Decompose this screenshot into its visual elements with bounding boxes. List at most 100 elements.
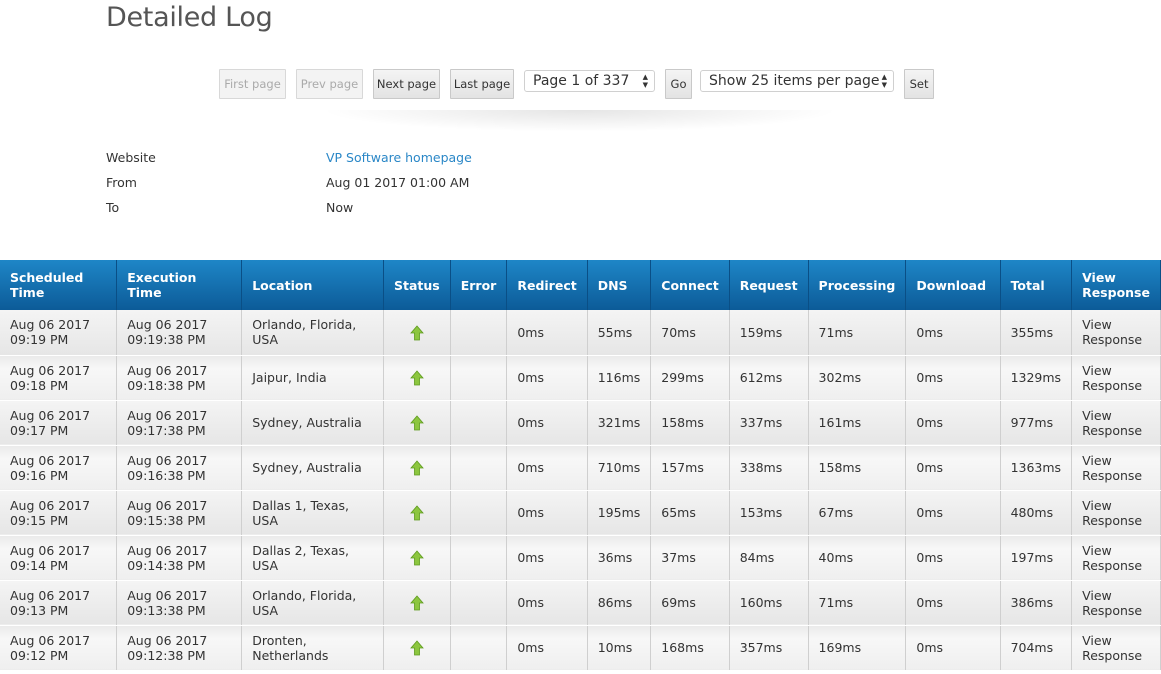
total-cell: 480ms [1000,490,1073,536]
location-cell: Dronten, Netherlands [241,625,384,671]
select-arrows-icon: ▲ ▼ [642,73,648,89]
scheduled-time-cell: Aug 06 2017 09:15 PM [0,490,118,536]
col-execution-time: Execution Time [116,260,243,310]
processing-cell: 67ms [808,490,907,536]
execution-time-cell: Aug 06 2017 09:14:38 PM [116,535,243,581]
execution-time-cell: Aug 06 2017 09:15:38 PM [116,490,243,536]
redirect-cell: 0ms [506,355,588,401]
redirect-cell: 0ms [506,580,588,626]
log-info: Website VP Software homepage From Aug 01… [106,145,472,220]
execution-time-cell: Aug 06 2017 09:12:38 PM [116,625,243,671]
scheduled-time-cell: Aug 06 2017 09:12 PM [0,625,118,671]
set-button[interactable]: Set [904,69,934,99]
view-response-link[interactable]: View Response [1071,625,1161,671]
download-cell: 0ms [905,445,1001,491]
view-response-link[interactable]: View Response [1071,535,1161,581]
next-page-button[interactable]: Next page [373,69,440,99]
request-cell: 159ms [729,310,809,356]
execution-time-cell: Aug 06 2017 09:17:38 PM [116,400,243,446]
total-cell: 355ms [1000,310,1073,356]
processing-cell: 169ms [808,625,907,671]
status-cell [383,535,451,581]
connect-cell: 70ms [650,310,730,356]
connect-cell: 168ms [650,625,730,671]
location-cell: Orlando, Florida, USA [241,310,384,356]
execution-time-cell: Aug 06 2017 09:13:38 PM [116,580,243,626]
view-response-link[interactable]: View Response [1071,580,1161,626]
download-cell: 0ms [905,625,1001,671]
redirect-cell: 0ms [506,490,588,536]
info-row-to: To Now [106,195,472,220]
table-row: Aug 06 2017 09:13 PM Aug 06 2017 09:13:38 … [0,580,1161,626]
redirect-cell: 0ms [506,445,588,491]
processing-cell: 71ms [808,580,907,626]
scheduled-time-cell: Aug 06 2017 09:18 PM [0,355,118,401]
col-download: Download [905,260,1001,310]
connect-cell: 299ms [650,355,730,401]
execution-time-cell: Aug 06 2017 09:16:38 PM [116,445,243,491]
redirect-cell: 0ms [506,310,588,356]
processing-cell: 302ms [808,355,907,401]
log-table: Scheduled Time Execution Time Location S… [0,260,1161,671]
processing-cell: 71ms [808,310,907,356]
table-row: Aug 06 2017 09:18 PM Aug 06 2017 09:18:38 … [0,355,1161,401]
col-request: Request [729,260,809,310]
page-select[interactable]: Page 1 of 337 ▲ ▼ [524,70,655,92]
table-row: Aug 06 2017 09:19 PM Aug 06 2017 09:19:38 … [0,310,1161,356]
location-cell: Orlando, Florida, USA [241,580,384,626]
page-select-value: Page 1 of 337 [533,73,630,89]
scheduled-time-cell: Aug 06 2017 09:14 PM [0,535,118,581]
view-response-link[interactable]: View Response [1071,310,1161,356]
view-response-link[interactable]: View Response [1071,490,1161,536]
redirect-cell: 0ms [506,535,588,581]
dns-cell: 195ms [587,490,652,536]
col-status: Status [383,260,451,310]
dns-cell: 36ms [587,535,652,581]
col-redirect: Redirect [506,260,588,310]
error-cell [450,445,508,491]
up-arrow-icon [409,324,424,340]
select-arrows-icon: ▲ ▼ [881,73,887,89]
per-page-select-value: Show 25 items per page [709,73,880,89]
execution-time-cell: Aug 06 2017 09:18:38 PM [116,355,243,401]
error-cell [450,535,508,581]
website-label: Website [106,150,156,165]
last-page-button[interactable]: Last page [450,69,514,99]
status-cell [383,580,451,626]
download-cell: 0ms [905,490,1001,536]
dns-cell: 710ms [587,445,652,491]
pagination-bar: First page Prev page Next page Last page… [219,69,944,99]
connect-cell: 65ms [650,490,730,536]
first-page-button[interactable]: First page [219,69,286,99]
request-cell: 612ms [729,355,809,401]
view-response-link[interactable]: View Response [1071,445,1161,491]
error-cell [450,490,508,536]
view-response-link[interactable]: View Response [1071,355,1161,401]
prev-page-button[interactable]: Prev page [296,69,363,99]
view-response-link[interactable]: View Response [1071,400,1161,446]
total-cell: 704ms [1000,625,1073,671]
go-button[interactable]: Go [665,69,692,99]
divider-shadow [320,110,840,132]
col-error: Error [450,260,508,310]
download-cell: 0ms [905,310,1001,356]
up-arrow-icon [409,415,424,431]
download-cell: 0ms [905,580,1001,626]
status-cell [383,445,451,491]
error-cell [450,400,508,446]
table-row: Aug 06 2017 09:12 PM Aug 06 2017 09:12:38 … [0,625,1161,671]
connect-cell: 158ms [650,400,730,446]
page-title: Detailed Log [106,2,273,33]
processing-cell: 161ms [808,400,907,446]
error-cell [450,355,508,401]
dns-cell: 86ms [587,580,652,626]
error-cell [450,580,508,626]
per-page-select[interactable]: Show 25 items per page ▲ ▼ [700,70,894,92]
info-row-from: From Aug 01 2017 01:00 AM [106,170,472,195]
dns-cell: 10ms [587,625,652,671]
status-cell [383,490,451,536]
info-row-website: Website VP Software homepage [106,145,472,170]
website-link[interactable]: VP Software homepage [326,150,472,165]
col-total: Total [1000,260,1073,310]
download-cell: 0ms [905,535,1001,581]
